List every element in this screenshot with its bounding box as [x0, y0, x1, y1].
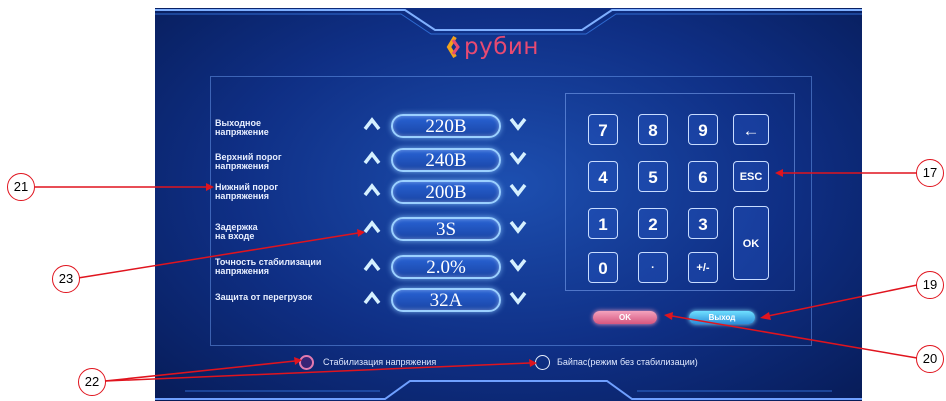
arrowhead: [529, 359, 537, 367]
arrowhead: [294, 357, 302, 365]
leader-line-22b: [104, 362, 531, 382]
callout-19: 19: [916, 271, 944, 299]
leader-line-22a: [104, 360, 296, 382]
callout-17: 17: [916, 159, 944, 187]
arrowhead: [775, 169, 783, 177]
leader-line-20: [671, 315, 918, 359]
arrowhead: [357, 229, 365, 237]
callout-23: 23: [52, 265, 80, 293]
leader-line-23: [77, 232, 359, 279]
arrowhead: [664, 312, 673, 320]
callout-22: 22: [78, 368, 106, 396]
callout-20: 20: [916, 345, 944, 373]
arrowhead: [760, 312, 771, 320]
callout-21: 21: [7, 173, 35, 201]
arrowhead: [206, 183, 214, 191]
callout-lines: [35, 169, 918, 382]
leader-line-19: [767, 284, 918, 317]
